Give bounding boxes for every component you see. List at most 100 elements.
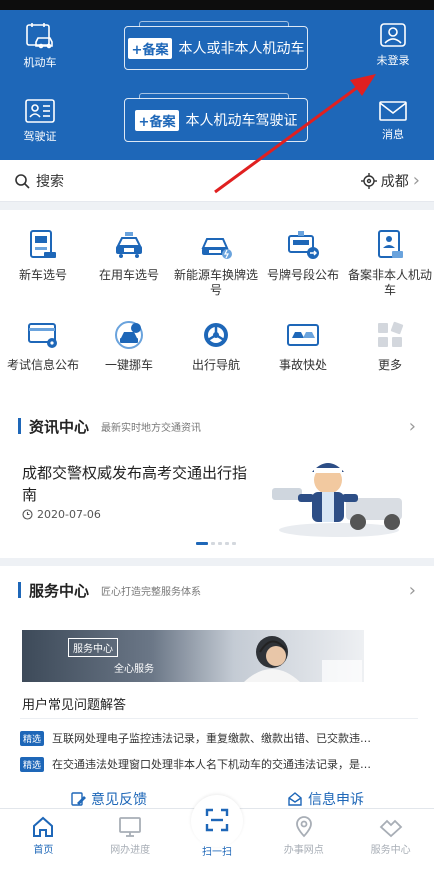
grid-item-accident[interactable]: 事故快处 [260, 318, 346, 373]
complaint-button[interactable]: 信息申诉 [217, 788, 434, 810]
register-vehicle-icon [378, 230, 403, 258]
register-tag: +备案 [134, 109, 180, 131]
service-header[interactable]: 服务中心 匠心打造完整服务体系 › [0, 566, 434, 614]
chevron-right-icon: › [412, 170, 420, 191]
complaint-label: 信息申诉 [308, 792, 364, 808]
tab-label: 网办进度 [110, 845, 151, 856]
service-title: 服务中心 [29, 581, 90, 600]
header: 机动车 驾驶证 +备案 本人或非本人机动车 +备案 本人机动车驾驶证 未登录 消… [0, 10, 434, 160]
tab-offices[interactable]: 办事网点 [260, 809, 347, 858]
grid-item-label: 考试信息公布 [6, 358, 79, 372]
faq-text: 互联网处理电子监控违法记录，重复缴款、缴款出错、已交款违… [52, 732, 372, 745]
clock-icon [22, 509, 33, 520]
mail-icon [379, 101, 407, 121]
envelope-icon [288, 792, 302, 806]
grid-item-label: 备案非本人机动车 [347, 268, 432, 297]
license-icon [25, 99, 55, 123]
grid-item-label: 更多 [377, 358, 402, 372]
scan-circle [190, 795, 243, 847]
tab-scan[interactable]: 扫一扫 [174, 795, 261, 858]
steering-wheel-icon [204, 323, 228, 347]
new-car-plate-icon [30, 230, 56, 258]
tab-label: 首页 [33, 845, 54, 856]
login-button[interactable]: 未登录 [365, 22, 421, 68]
grid-item-navigation[interactable]: 出行导航 [173, 318, 259, 373]
card-notch [139, 93, 289, 99]
feedback-button[interactable]: 意见反馈 [0, 788, 217, 810]
featured-badge: 精选 [20, 730, 45, 746]
accident-icon [287, 324, 319, 346]
news-headline[interactable]: 成都交警权威发布高考交通出行指南 [22, 462, 258, 506]
banner-tag: 服务中心 [68, 638, 118, 657]
register-vehicle-card[interactable]: +备案 本人或非本人机动车 [124, 21, 308, 70]
carousel-dot-active [196, 542, 208, 545]
faq-item[interactable]: 精选 互联网处理电子监控违法记录，重复缴款、缴款出错、已交款违… [20, 730, 416, 746]
divider [20, 718, 418, 719]
service-subtitle: 匠心打造完整服务体系 [101, 586, 202, 598]
grid-item-label: 新车选号 [18, 268, 67, 282]
news-subtitle: 最新实时地方交通资讯 [101, 422, 202, 434]
section-bar [18, 582, 21, 598]
scan-icon [205, 808, 229, 832]
exam-info-icon [28, 323, 57, 348]
search-bar[interactable]: 搜索 成都 › [0, 160, 434, 202]
carousel-dot [225, 542, 229, 545]
used-car-plate-icon [116, 232, 142, 258]
home-icon [33, 816, 54, 837]
grid-item-ev-plate[interactable]: 新能源车换牌选号 [173, 228, 259, 298]
messages-button[interactable]: 消息 [365, 100, 421, 142]
city-selector[interactable]: 成都 [381, 171, 409, 191]
tab-label: 服务中心 [370, 845, 411, 856]
chevron-right-icon[interactable]: › [409, 416, 416, 437]
status-bar [0, 0, 434, 10]
grid-item-used-car-plate[interactable]: 在用车选号 [86, 228, 172, 283]
register-license-text: 本人机动车驾驶证 [185, 113, 298, 129]
vehicle-label: 机动车 [23, 56, 57, 69]
service-banner[interactable]: 服务中心 全心服务 [22, 630, 364, 682]
carousel-dot [211, 542, 215, 545]
grid-item-label: 号牌号段公布 [266, 268, 339, 282]
carousel-dots [196, 542, 236, 545]
vehicle-shortcut[interactable]: 机动车 [12, 22, 68, 70]
news-date-text: 2020-07-06 [37, 508, 101, 521]
news-section: 资讯中心 最新实时地方交通资讯 › 成都交警权威发布高考交通出行指南 2020-… [0, 402, 434, 558]
tab-progress[interactable]: 网办进度 [87, 809, 174, 858]
location-pin-icon [295, 816, 312, 838]
tab-service-center[interactable]: 服务中心 [347, 809, 434, 858]
grid-item-label: 在用车选号 [98, 268, 159, 282]
service-center-icon [379, 819, 402, 838]
faq-item[interactable]: 精选 在交通违法处理窗口处理非本人名下机动车的交通违法记录，是… [20, 756, 416, 772]
search-placeholder: 搜索 [36, 173, 64, 190]
faq-title: 用户常见问题解答 [22, 698, 127, 713]
chevron-right-icon[interactable]: › [409, 580, 416, 601]
messages-label: 消息 [382, 128, 404, 141]
register-tag: +备案 [127, 37, 173, 59]
traffic-police-illustration[interactable] [268, 454, 410, 540]
section-bar [18, 418, 21, 434]
grid-item-more[interactable]: 更多 [347, 318, 433, 373]
carousel-dot [232, 542, 236, 545]
move-car-icon [115, 321, 143, 349]
search-icon [15, 173, 30, 189]
login-label: 未登录 [376, 54, 410, 67]
vehicle-icon [26, 23, 53, 49]
grid-item-new-car-plate[interactable]: 新车选号 [0, 228, 86, 283]
grid-item-plate-range[interactable]: 号牌号段公布 [260, 228, 346, 283]
register-license-card[interactable]: +备案 本人机动车驾驶证 [124, 93, 308, 142]
bottom-tab-bar: 首页 网办进度 扫一扫 办事网点 服务中心 [0, 795, 434, 858]
grid-item-register-vehicle[interactable]: 备案非本人机动车 [347, 228, 433, 298]
tab-home[interactable]: 首页 [0, 809, 87, 858]
news-header[interactable]: 资讯中心 最新实时地方交通资讯 › [0, 402, 434, 450]
grid-item-label: 事故快处 [278, 358, 327, 372]
location-icon [360, 172, 377, 189]
news-date: 2020-07-06 [22, 508, 101, 521]
plate-range-icon [288, 231, 319, 259]
service-section: 服务中心 匠心打造完整服务体系 › 服务中心 全心服务 用户常见问题解答 精选 … [0, 566, 434, 788]
card-notch [139, 21, 289, 27]
grid-item-exam-info[interactable]: 考试信息公布 [0, 318, 86, 373]
edit-icon [71, 792, 86, 806]
grid-item-move-car[interactable]: 一键挪车 [86, 318, 172, 373]
faq-text: 在交通违法处理窗口处理非本人名下机动车的交通违法记录，是… [52, 758, 372, 771]
license-shortcut[interactable]: 驾驶证 [12, 98, 68, 144]
banner-text: 全心服务 [114, 664, 154, 675]
